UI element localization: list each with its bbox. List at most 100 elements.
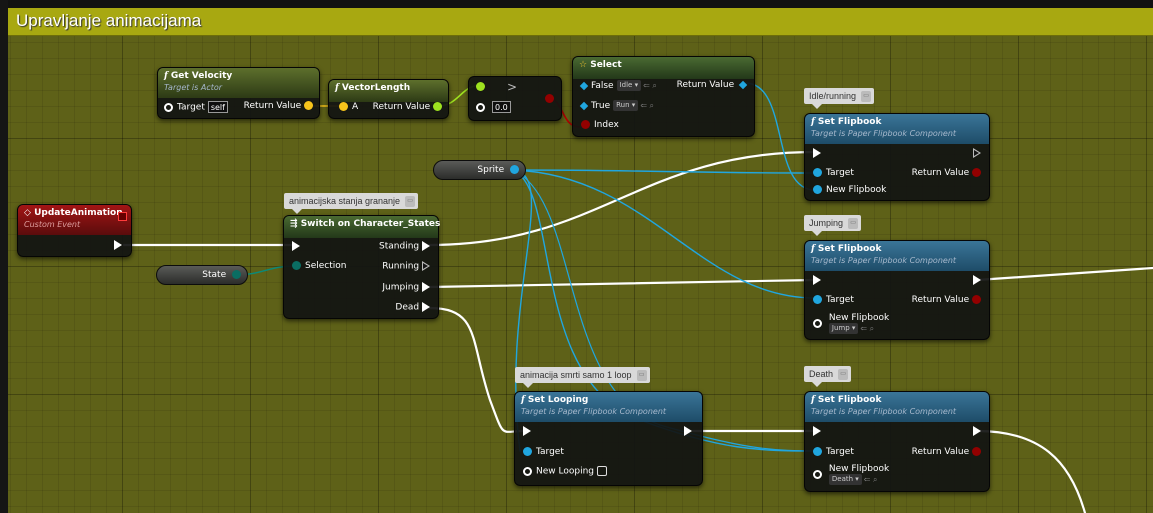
exec-out-pin[interactable] [973,275,981,285]
bubble-pin-icon[interactable]: ▭ [861,91,872,102]
new-flipbook-pin[interactable] [813,319,822,328]
selection-pin[interactable] [292,261,301,270]
set-flipbook-idle-title: Set Flipbook [817,117,882,127]
return-label: Return Value [911,447,970,457]
true-value-combo[interactable]: Run ▾ [613,100,639,111]
update-animation-header: ◇ UpdateAnimation Custom Event [18,205,131,235]
death-comment-bubble[interactable]: Death ▭ [804,366,852,387]
state-out-pin[interactable] [232,270,241,279]
greater-than-node[interactable]: > 0.0 [468,76,562,121]
jumping-exec-pin[interactable] [422,282,430,292]
update-animation-title: UpdateAnimation [34,208,123,218]
comment-box-title: Upravljanje animacijama [16,11,202,30]
target-self-field[interactable]: self [207,101,228,113]
idle-exec-out-row [973,148,981,159]
compare-b-pin[interactable] [476,102,485,112]
switch-exec-in-row [292,241,300,252]
switch-comment-text: animacijska stanja grananje [289,196,401,206]
exec-wire-dead-to-looping [427,306,526,433]
index-pin[interactable] [581,120,590,129]
exec-out-pin[interactable] [114,240,122,250]
switch-comment-bubble[interactable]: animacijska stanja grananje ▭ [284,193,419,214]
return-pin[interactable] [738,80,748,89]
return-vector-pin[interactable] [304,101,313,110]
bubble-pin-icon[interactable]: ▭ [636,370,647,381]
return-bool-pin[interactable] [972,168,981,177]
sprite-variable-node[interactable]: Sprite [433,160,526,180]
exec-in-pin[interactable] [813,426,821,436]
delegate-pin[interactable] [118,212,127,221]
standing-exec-pin[interactable] [422,241,430,251]
comment-box-header[interactable]: Upravljanje animacijama [8,8,1153,36]
running-exec-pin[interactable] [422,261,430,271]
exec-out-pin[interactable] [973,148,981,158]
update-animation-event-node[interactable]: ◇ UpdateAnimation Custom Event [17,204,132,257]
get-velocity-subtitle: Target is Actor [164,83,223,92]
new-looping-checkbox[interactable] [597,466,607,476]
return-bool-pin[interactable] [972,295,981,304]
true-pin[interactable] [579,101,589,110]
browse-icon[interactable]: ⇐ ⌕ [864,475,878,484]
exec-out-pin[interactable] [973,426,981,436]
set-flipbook-jump-node[interactable]: f Set Flipbook Target is Paper Flipbook C… [804,240,990,340]
exec-in-pin[interactable] [813,148,821,158]
get-velocity-node[interactable]: f Get Velocity Target is Actor Target self… [157,67,320,119]
state-variable-node[interactable]: State [156,265,248,285]
death-flipbook-row: New Flipbook Death ▾ ⇐ ⌕ [813,464,889,485]
function-icon: f [335,83,339,93]
set-flipbook-death-node[interactable]: f Set Flipbook Target is Paper Flipbook C… [804,391,990,492]
jumping-comment-bubble[interactable]: Jumping ▭ [804,215,862,236]
set-flipbook-idle-node[interactable]: f Set Flipbook Target is Paper Flipbook C… [804,113,990,201]
sprite-out-pin[interactable] [510,165,519,174]
exec-out-pin[interactable] [684,426,692,436]
return-float-pin[interactable] [433,102,442,111]
set-looping-node[interactable]: f Set Looping Target is Paper Flipbook Co… [514,391,703,486]
bubble-pin-icon[interactable]: ▭ [848,218,859,229]
a-vector-pin[interactable] [339,102,348,111]
false-pin[interactable] [579,81,589,90]
target-pin[interactable] [813,447,822,456]
idle-comment-text: Idle/running [809,91,857,101]
new-looping-pin[interactable] [523,466,532,476]
new-flipbook-pin[interactable] [813,185,822,194]
looping-comment-bubble[interactable]: animacija smrti samo 1 loop ▭ [515,367,650,388]
new-flipbook-label: New Flipbook [828,464,890,474]
compare-a-pin[interactable] [476,82,485,91]
target-pin[interactable] [164,102,173,112]
select-false-row: False Idle ▾ ⇐ ⌕ [579,80,657,91]
browse-icon[interactable]: ⇐ ⌕ [860,324,874,333]
jump-flipbook-combo[interactable]: Jump ▾ [828,323,859,334]
target-pin[interactable] [523,447,532,456]
vector-length-title: VectorLength [341,83,411,93]
target-label: Target [826,295,854,305]
target-pin[interactable] [813,295,822,304]
exec-in-pin[interactable] [813,275,821,285]
exec-wire-jumping-to-jump [427,278,817,289]
exec-in-pin[interactable] [523,426,531,436]
switch-standing-row: Standing [379,241,430,252]
false-value-combo[interactable]: Idle ▾ [616,80,642,91]
new-flipbook-pin[interactable] [813,470,822,479]
jumping-label: Jumping [382,282,420,293]
switch-header: ⇶ Switch on Character_States [284,216,440,238]
death-exec-in-row [813,426,821,437]
dead-exec-pin[interactable] [422,302,430,312]
return-bool-pin[interactable] [972,447,981,456]
select-node[interactable]: ☆ Select False Idle ▾ ⇐ ⌕ Return Value Tru… [572,56,755,137]
idle-comment-bubble[interactable]: Idle/running ▭ [804,88,875,109]
bubble-pin-icon[interactable]: ▭ [405,196,416,207]
jump-target-row: Target [813,295,854,305]
target-pin[interactable] [813,168,822,177]
death-flipbook-combo[interactable]: Death ▾ [828,474,862,485]
exec-in-pin[interactable] [292,241,300,251]
compare-bool-pin[interactable] [545,94,554,103]
false-browse-icon[interactable]: ⇐ ⌕ [643,81,657,90]
vector-length-node[interactable]: f VectorLength A Return Value [328,79,449,119]
compare-value-field[interactable]: 0.0 [492,101,511,113]
blueprint-graph-canvas[interactable]: Upravljanje animacijama f Get Velocity T… [0,0,1153,513]
switch-on-character-states-node[interactable]: ⇶ Switch on Character_States Standing Se… [283,215,440,319]
looping-exec-in-row [523,426,531,437]
set-flipbook-jump-header: f Set Flipbook Target is Paper Flipbook C… [805,241,989,271]
true-browse-icon[interactable]: ⇐ ⌕ [640,101,654,110]
bubble-pin-icon[interactable]: ▭ [838,369,849,380]
